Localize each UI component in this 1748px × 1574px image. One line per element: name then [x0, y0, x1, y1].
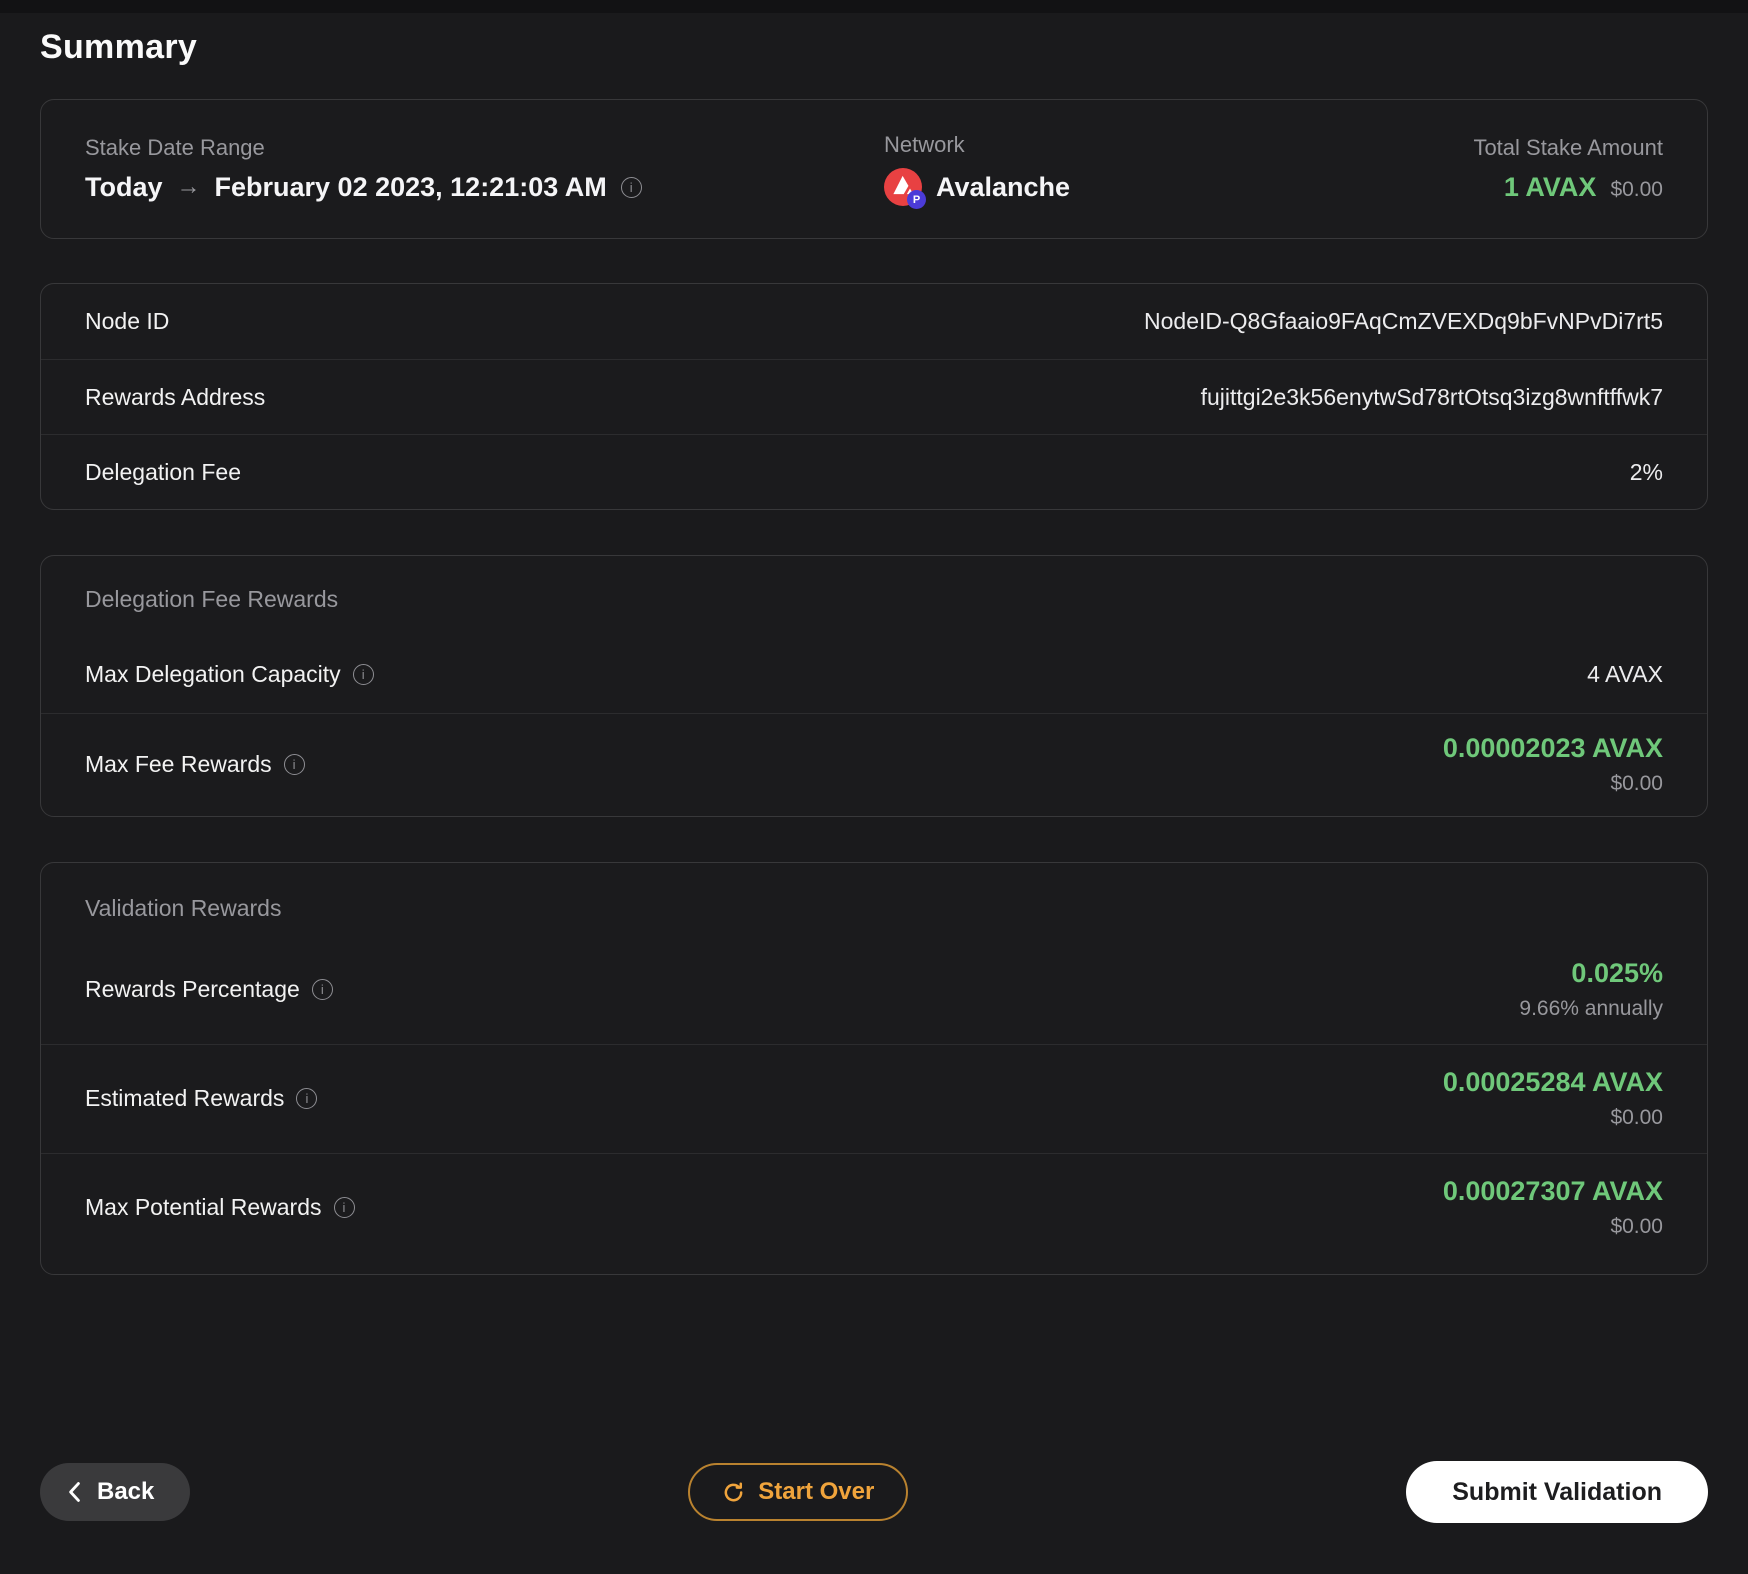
max-fee-rewards-label: Max Fee Rewards [85, 750, 272, 777]
submit-validation-button[interactable]: Submit Validation [1406, 1461, 1708, 1523]
rewards-percentage-value: 0.025% [1571, 958, 1663, 988]
page-title: Summary [40, 28, 198, 66]
stake-date-range-label: Stake Date Range [85, 135, 265, 160]
back-button[interactable]: Back [40, 1463, 191, 1521]
summary-page: Summary Stake Date Range Today → Februar… [0, 27, 1748, 1275]
max-potential-rewards-info-icon[interactable]: i [333, 1196, 355, 1218]
total-stake-label: Total Stake Amount [1473, 135, 1663, 160]
arrow-right-icon: → [176, 173, 201, 200]
max-potential-rewards-label: Max Potential Rewards [85, 1193, 322, 1220]
max-fee-rewards-row: Max Fee Rewards i 0.00002023 AVAX $0.00 [41, 714, 1707, 816]
max-delegation-capacity-value: 4 AVAX [1587, 660, 1663, 687]
node-id-label: Node ID [85, 308, 170, 334]
stake-date-range-block: Stake Date Range Today → February 02 202… [85, 135, 884, 203]
chevron-left-icon [68, 1481, 81, 1503]
estimated-rewards-row: Estimated Rewards i 0.00025284 AVAX $0.0… [41, 1045, 1707, 1153]
max-delegation-capacity-info-icon[interactable]: i [352, 663, 374, 685]
estimated-rewards-label: Estimated Rewards [85, 1084, 285, 1111]
start-over-button[interactable]: Start Over [688, 1463, 909, 1521]
stake-date-to: February 02 2023, 12:21:03 AM [214, 172, 607, 202]
network-name: Avalanche [936, 171, 1071, 202]
max-potential-rewards-row: Max Potential Rewards i 0.00027307 AVAX … [41, 1154, 1707, 1262]
max-delegation-capacity-row: Max Delegation Capacity i 4 AVAX [41, 635, 1707, 713]
rewards-address-value: fujittgi2e3k56enytwSd78rtOtsq3izg8wnftff… [1200, 383, 1663, 410]
p-chain-badge: P [907, 190, 926, 209]
table-row-node-id: Node ID NodeID-Q8Gfaaio9FAqCmZVEXDq9bFvN… [41, 284, 1707, 359]
table-row-delegation-fee: Delegation Fee 2% [41, 434, 1707, 509]
delegation-fee-value: 2% [1629, 458, 1663, 485]
avalanche-logo-icon: P [884, 168, 926, 209]
delegation-fee-rewards-card: Delegation Fee Rewards Max Delegation Ca… [40, 555, 1708, 817]
max-fee-rewards-value: 0.00002023 AVAX [1442, 733, 1663, 763]
total-stake-amount: 1 AVAX [1503, 172, 1597, 202]
rewards-address-label: Rewards Address [85, 383, 266, 410]
max-potential-rewards-usd: $0.00 [1610, 1215, 1663, 1238]
rewards-percentage-row: Rewards Percentage i 0.025% 9.66% annual… [41, 936, 1707, 1044]
delegation-fee-label: Delegation Fee [85, 458, 241, 485]
stake-date-from: Today [85, 172, 163, 202]
max-fee-rewards-usd: $0.00 [1610, 772, 1663, 795]
stake-summary-card: Stake Date Range Today → February 02 202… [40, 99, 1708, 239]
network-block: Network P Avalanche [884, 132, 1473, 209]
max-potential-rewards-value: 0.00027307 AVAX [1442, 1176, 1663, 1206]
rewards-percentage-annual: 9.66% annually [1519, 997, 1663, 1020]
estimated-rewards-value: 0.00025284 AVAX [1442, 1067, 1663, 1097]
back-button-label: Back [97, 1478, 155, 1505]
total-stake-block: Total Stake Amount 1 AVAX $0.00 [1473, 135, 1663, 203]
validation-rewards-title: Validation Rewards [85, 895, 282, 921]
rewards-percentage-label: Rewards Percentage [85, 975, 300, 1002]
max-fee-rewards-info-icon[interactable]: i [283, 753, 305, 775]
start-over-button-label: Start Over [758, 1478, 875, 1505]
estimated-rewards-usd: $0.00 [1610, 1106, 1663, 1129]
network-label: Network [884, 132, 965, 157]
total-stake-usd: $0.00 [1610, 178, 1663, 201]
node-id-value: NodeID-Q8Gfaaio9FAqCmZVEXDq9bFvNPvDi7rt5 [1144, 308, 1663, 334]
footer-actions: Back Start Over Submit Validation [0, 1461, 1748, 1523]
delegation-fee-rewards-title: Delegation Fee Rewards [85, 586, 339, 612]
refresh-icon [722, 1481, 745, 1504]
top-strip [0, 0, 1748, 13]
validation-rewards-card: Validation Rewards Rewards Percentage i … [40, 862, 1708, 1275]
max-delegation-capacity-label: Max Delegation Capacity [85, 660, 341, 687]
node-details-card: Node ID NodeID-Q8Gfaaio9FAqCmZVEXDq9bFvN… [40, 283, 1708, 510]
submit-validation-label: Submit Validation [1452, 1477, 1662, 1506]
table-row-rewards-address: Rewards Address fujittgi2e3k56enytwSd78r… [41, 359, 1707, 434]
estimated-rewards-info-icon[interactable]: i [296, 1087, 318, 1109]
stake-date-info-icon[interactable]: i [620, 176, 642, 198]
rewards-percentage-info-icon[interactable]: i [311, 978, 333, 1000]
